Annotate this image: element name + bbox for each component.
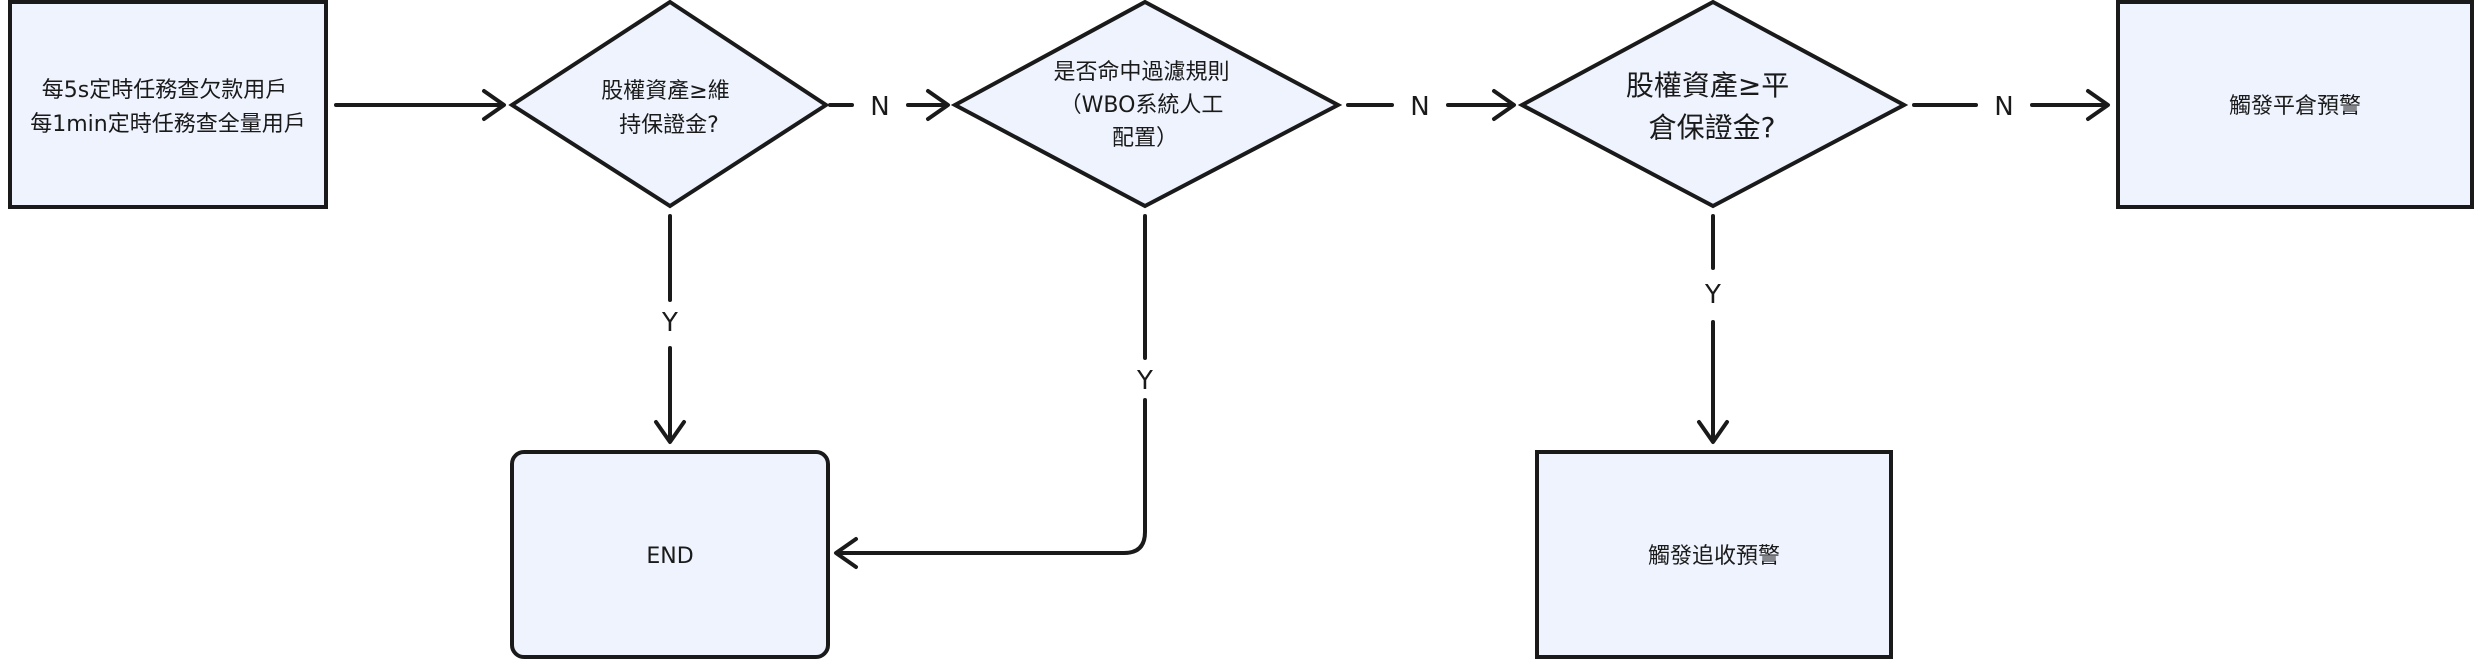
filter-decision-line-3: 配置）	[1112, 126, 1178, 151]
filter-decision-line-1: 是否命中過濾規則	[1053, 60, 1229, 85]
liquidation-decision-line-1: 股權資產≥平	[1626, 69, 1789, 102]
maintenance-margin-decision: 股權資產≥維 持保證金?	[508, 0, 830, 209]
start-node-line-2: 每1min定時任務查全量用戶	[30, 112, 305, 137]
margin-call-alert-node: 觸發追收預警	[1535, 450, 1893, 659]
liquidation-alert-label: 觸發平倉預警	[2229, 94, 2361, 119]
filter-decision-line-2: （WBO系統人工	[1060, 93, 1224, 118]
end-label: END	[646, 544, 693, 569]
edge-label-filter-yes: Y	[1136, 366, 1153, 396]
start-node: 每5s定時任務查欠款用戶 每1min定時任務查全量用戶	[8, 0, 328, 209]
svg-text:觸發平倉預警: 觸發平倉預警	[2229, 94, 2361, 119]
edge-label-liquidation-no: N	[1994, 92, 2013, 122]
liquidation-alert-node: 觸發平倉預警	[2116, 0, 2474, 209]
maintenance-decision-line-2: 持保證金?	[619, 113, 719, 138]
margin-call-alert-label: 觸發追收預警	[1648, 544, 1780, 569]
end-node: END	[510, 450, 830, 659]
liquidation-margin-decision: 股權資產≥平 倉保證金?	[1517, 0, 1909, 209]
maintenance-decision-line-1: 股權資產≥維	[601, 79, 729, 104]
svg-text:END: END	[646, 544, 693, 569]
edge-label-maintenance-no: N	[870, 92, 889, 122]
liquidation-decision-line-2: 倉保證金?	[1649, 111, 1776, 144]
edge-label-filter-no: N	[1410, 92, 1429, 122]
start-node-line-1: 每5s定時任務查欠款用戶	[42, 78, 287, 103]
edge-label-maintenance-yes: Y	[661, 308, 678, 338]
svg-text:觸發追收預警: 觸發追收預警	[1648, 544, 1780, 569]
filter-rule-decision: 是否命中過濾規則 （WBO系統人工 配置）	[950, 0, 1343, 209]
edge-filter-yes-bottom	[836, 398, 1147, 555]
edge-label-liquidation-yes: Y	[1704, 280, 1721, 310]
flowchart: N Y N Y N Y 每5s定時任務查欠款用戶 每1min定時任務查全量用戶 …	[8, 0, 2474, 659]
